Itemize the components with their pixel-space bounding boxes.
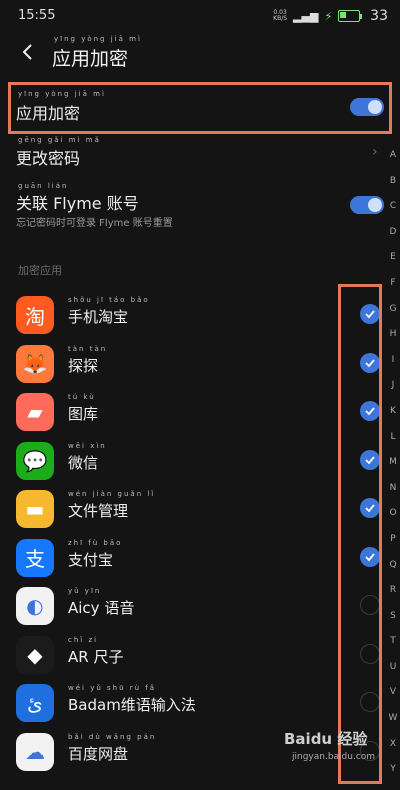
alphabet-letter[interactable]: P bbox=[386, 534, 400, 560]
app-name: 微信 bbox=[68, 453, 99, 472]
baidu-pan-icon: ☁ bbox=[16, 732, 54, 771]
highlight-box-checks bbox=[338, 284, 382, 784]
alphabet-letter[interactable]: K bbox=[386, 406, 400, 432]
alphabet-letter[interactable]: A bbox=[386, 150, 400, 176]
alphabet-letter[interactable]: U bbox=[386, 662, 400, 688]
page-title: 应用加密 bbox=[52, 48, 129, 70]
alphabet-letter[interactable]: N bbox=[386, 483, 400, 509]
page-title-pinyin: yīng yòng jiā mì bbox=[54, 35, 142, 43]
alphabet-letter[interactable]: D bbox=[386, 227, 400, 253]
alphabet-letter[interactable]: V bbox=[386, 687, 400, 713]
app-name-pinyin: chǐ zi bbox=[68, 635, 99, 644]
alphabet-letter[interactable]: S bbox=[386, 611, 400, 637]
alphabet-index[interactable]: ABCDEFGHIJKLMNOPQRSTUVWXY bbox=[386, 150, 400, 790]
alphabet-letter[interactable]: O bbox=[386, 508, 400, 534]
flyme-account-row[interactable]: guān lián 关联 Flyme 账号 忘记密码时可登录 Flyme 账号重… bbox=[0, 180, 400, 232]
app-name: Badam维语输入法 bbox=[68, 696, 196, 714]
alphabet-letter[interactable]: B bbox=[386, 176, 400, 202]
alphabet-letter[interactable]: T bbox=[386, 636, 400, 662]
app-name: AR 尺子 bbox=[68, 647, 124, 666]
alphabet-letter[interactable]: L bbox=[386, 432, 400, 458]
taobao-icon: 淘 bbox=[16, 296, 54, 334]
charging-icon: ⚡ bbox=[324, 9, 333, 23]
alphabet-letter[interactable]: C bbox=[386, 201, 400, 227]
flyme-account-toggle[interactable] bbox=[350, 196, 384, 214]
app-name-pinyin: yǔ yīn bbox=[68, 587, 102, 595]
folder-icon: ▬ bbox=[16, 490, 54, 528]
app-name-pinyin: zhī fù bǎo bbox=[68, 538, 123, 547]
app-name-pinyin: wēi xìn bbox=[68, 441, 107, 450]
back-arrow-icon bbox=[22, 44, 32, 60]
app-name: 文件管理 bbox=[68, 502, 129, 520]
wechat-icon: 💬 bbox=[16, 441, 54, 480]
chevron-right-icon: › bbox=[372, 144, 378, 160]
app-name-pinyin: bǎi dù wǎng pán bbox=[68, 732, 157, 741]
alphabet-letter[interactable]: Y bbox=[386, 764, 400, 790]
app-name: 探探 bbox=[68, 356, 99, 375]
change-password-row[interactable]: gēng gǎi mì mǎ 更改密码 › bbox=[0, 134, 400, 174]
status-time: 15:55 bbox=[18, 8, 56, 23]
alphabet-letter[interactable]: X bbox=[386, 739, 400, 765]
watermark-url: jingyan.baidu.com bbox=[292, 752, 376, 762]
alphabet-letter[interactable]: R bbox=[386, 585, 400, 611]
change-password-label: 更改密码 bbox=[16, 149, 81, 168]
app-name: 支付宝 bbox=[68, 550, 114, 569]
watermark-logo: Baidu 经验 bbox=[284, 730, 368, 748]
app-name-pinyin: tàn tàn bbox=[68, 344, 108, 353]
battery-icon bbox=[338, 10, 361, 22]
network-speed: 0.03 KB/S bbox=[273, 9, 288, 22]
app-name: 图库 bbox=[68, 405, 99, 423]
flyme-account-label: 关联 Flyme 账号 bbox=[16, 194, 139, 213]
alphabet-letter[interactable]: Q bbox=[386, 560, 400, 586]
app-name-pinyin: shǒu jī táo bǎo bbox=[68, 296, 150, 304]
app-name: Aicy 语音 bbox=[68, 599, 135, 617]
back-button[interactable] bbox=[18, 42, 38, 62]
flyme-account-subtitle: 忘记密码时可登录 Flyme 账号重置 bbox=[16, 218, 173, 229]
app-name-pinyin: wén jiàn guǎn lǐ bbox=[68, 490, 156, 498]
app-name-pinyin: tú kù bbox=[68, 393, 96, 401]
alphabet-letter[interactable]: I bbox=[386, 355, 400, 381]
signal-icon: ▂▄▆ bbox=[293, 9, 319, 23]
section-label: 加密应用 bbox=[18, 264, 62, 277]
status-bar: 15:55 0.03 KB/S ▂▄▆ ⚡ 33 bbox=[0, 0, 400, 30]
app-name: 手机淘宝 bbox=[68, 308, 129, 326]
gallery-icon: ▰ bbox=[16, 393, 54, 431]
battery-level: 33 bbox=[370, 8, 388, 24]
app-name: 百度网盘 bbox=[68, 744, 129, 763]
aicy-icon: ◐ bbox=[16, 587, 54, 625]
alphabet-letter[interactable]: J bbox=[386, 380, 400, 406]
alphabet-letter[interactable]: G bbox=[386, 304, 400, 330]
alphabet-letter[interactable]: E bbox=[386, 252, 400, 278]
badam-icon: ئ bbox=[16, 684, 54, 722]
app-name-pinyin: wéi yǔ shū rù fǎ bbox=[68, 684, 157, 692]
alipay-icon: 支 bbox=[16, 538, 54, 577]
alphabet-letter[interactable]: H bbox=[386, 329, 400, 355]
alphabet-letter[interactable]: F bbox=[386, 278, 400, 304]
ar-ruler-icon: ◆ bbox=[16, 635, 54, 674]
highlight-box-toggle bbox=[8, 82, 392, 134]
status-icons: 0.03 KB/S ▂▄▆ ⚡ 33 bbox=[273, 8, 388, 24]
alphabet-letter[interactable]: W bbox=[386, 713, 400, 739]
alphabet-letter[interactable]: M bbox=[386, 457, 400, 483]
tantan-icon: 🦊 bbox=[16, 344, 54, 383]
